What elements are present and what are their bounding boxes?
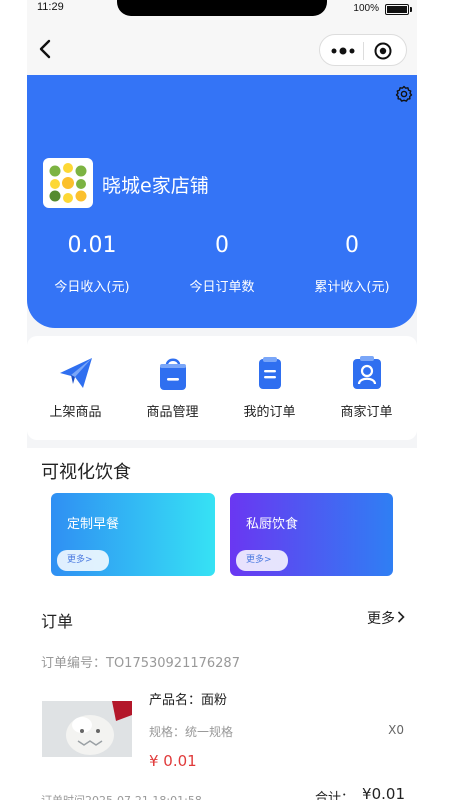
action-label: 我的订单 [243, 405, 296, 420]
merchant-badge-icon [352, 356, 381, 389]
card-custom-breakfast[interactable]: 定制早餐 更多> [51, 493, 215, 576]
back-arrow-icon[interactable] [35, 38, 55, 60]
order-number: 订单编号：TO17530921176287 [41, 656, 240, 671]
store-logo-graphic [49, 163, 87, 203]
stat-today-orders[interactable]: 0 今日订单数 [157, 233, 287, 295]
stat-label: 今日订单数 [189, 280, 255, 295]
stat-total-income[interactable]: 0 累计收入(元) [287, 233, 417, 295]
stat-today-income[interactable]: 0.01 今日收入(元) [27, 233, 157, 295]
quick-actions: 上架商品 商品管理 我的订单 商家订单 [27, 336, 417, 440]
order-clipboard-icon [258, 357, 281, 389]
action-label: 商家订单 [340, 405, 393, 420]
total-label: 合计： [315, 791, 355, 800]
battery-percent: 100% [353, 3, 379, 14]
settings-icon[interactable] [395, 85, 413, 103]
action-label: 上架商品 [49, 405, 102, 420]
stat-value: 0 [215, 233, 229, 258]
order-time: 订单时间2025-07-21 18:01:58 [41, 792, 202, 800]
shopping-bag-icon [159, 358, 186, 390]
status-time: 11:29 [37, 1, 64, 13]
store-logo [43, 158, 93, 208]
camera-notch [117, 0, 327, 16]
card-title: 定制早餐 [67, 517, 120, 532]
card-more-button[interactable]: 更多> [57, 550, 109, 571]
product-photo [42, 701, 132, 757]
section-title: 可视化饮食 [41, 462, 131, 483]
product-price: ¥ 0.01 [149, 752, 197, 770]
paper-plane-icon [59, 358, 92, 388]
stat-label: 累计收入(元) [314, 280, 390, 295]
product-quantity: X0 [388, 723, 404, 737]
mini-program-capsule [319, 34, 407, 66]
capsule-divider [363, 42, 364, 60]
battery-icon [385, 4, 412, 15]
card-private-kitchen[interactable]: 私厨饮食 更多> [230, 493, 393, 576]
phone-screen: 11:29 100% 晓城e家店铺 0.01 今日收入(元) 0 今日订单数 0… [27, 0, 417, 800]
action-merchant-orders[interactable]: 商家订单 [318, 354, 415, 420]
product-spec: 规格：统一规格 [149, 725, 234, 739]
visual-food-section: 可视化饮食 定制早餐 更多> 私厨饮食 更多> 订单 更多 订单编号：TO175… [27, 448, 417, 800]
stat-label: 今日收入(元) [54, 280, 130, 295]
orders-more-link[interactable]: 更多 [367, 608, 395, 628]
more-dots-icon[interactable] [330, 43, 356, 59]
store-header: 晓城e家店铺 0.01 今日收入(元) 0 今日订单数 0 累计收入(元) [27, 75, 417, 328]
product-name: 产品名：面粉 [149, 693, 228, 708]
card-title: 私厨饮食 [246, 517, 299, 532]
store-name: 晓城e家店铺 [102, 175, 209, 197]
nav-bar [27, 20, 417, 75]
card-more-button[interactable]: 更多> [236, 550, 288, 571]
action-list-product[interactable]: 上架商品 [27, 354, 124, 420]
stat-value: 0.01 [67, 233, 117, 258]
action-product-manage[interactable]: 商品管理 [124, 354, 221, 420]
stat-value: 0 [345, 233, 359, 258]
action-label: 商品管理 [146, 405, 199, 420]
status-bar: 11:29 100% [27, 0, 417, 20]
close-target-icon[interactable] [374, 42, 392, 60]
action-my-orders[interactable]: 我的订单 [221, 354, 318, 420]
chevron-right-icon[interactable] [397, 611, 405, 623]
total-value: ¥0.01 [362, 785, 405, 800]
product-image[interactable] [42, 701, 132, 757]
orders-title: 订单 [41, 612, 74, 631]
